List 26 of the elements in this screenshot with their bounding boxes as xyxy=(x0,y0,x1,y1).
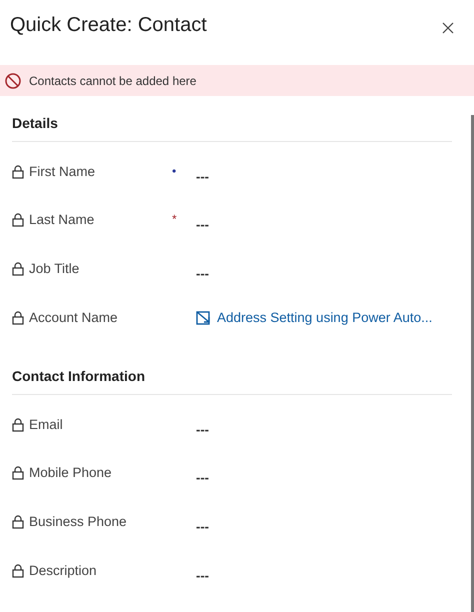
notification-text: Contacts cannot be added here xyxy=(29,74,196,88)
recommended-marker: • xyxy=(172,164,176,178)
record-icon xyxy=(196,310,210,324)
section-heading: Contact Information xyxy=(12,368,146,386)
field-label: Account Name xyxy=(29,310,118,325)
blocked-icon xyxy=(5,72,21,88)
field-value: --- xyxy=(196,169,209,184)
field-value: --- xyxy=(196,217,209,232)
required-marker: * xyxy=(172,212,177,226)
scrollbar[interactable] xyxy=(471,115,474,612)
dialog-title: Quick Create: Contact xyxy=(10,14,207,36)
field-label: First Name xyxy=(29,164,96,179)
field-value: --- xyxy=(196,422,209,437)
field-label: Email xyxy=(29,417,63,432)
field-value: --- xyxy=(196,470,209,485)
close-icon xyxy=(442,22,454,34)
field-label: Last Name xyxy=(29,212,94,227)
record-link[interactable]: Address Setting using Power Auto... xyxy=(196,310,432,325)
field-label: Business Phone xyxy=(29,514,127,529)
field-label: Mobile Phone xyxy=(29,465,112,480)
field-label: Description xyxy=(29,563,97,578)
field-value: --- xyxy=(196,568,209,583)
section-heading: Details xyxy=(12,115,59,133)
field-label: Job Title xyxy=(29,261,80,276)
field-value: --- xyxy=(196,519,209,534)
field-value: --- xyxy=(196,266,209,281)
